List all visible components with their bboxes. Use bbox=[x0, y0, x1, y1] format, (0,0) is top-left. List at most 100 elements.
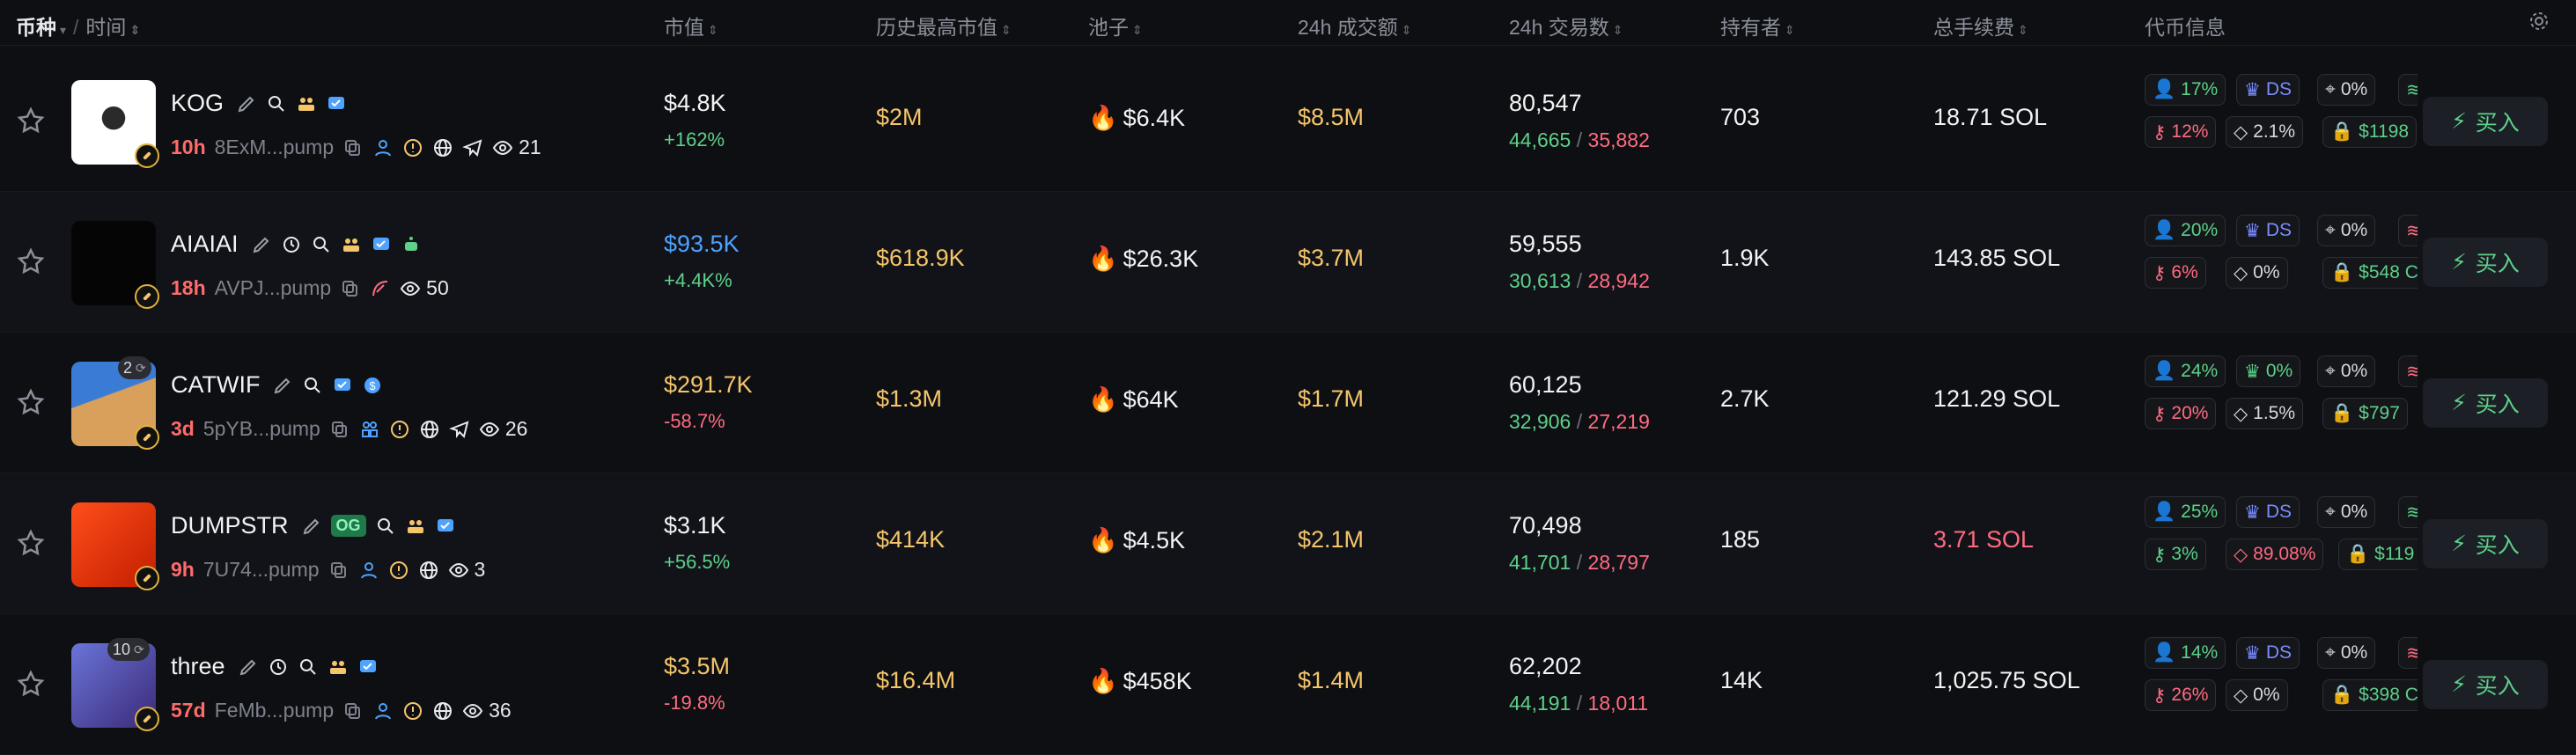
lp-chip[interactable]: 🔒$398 CTO bbox=[2322, 679, 2418, 711]
insiders-chip[interactable]: ⚷ 26% bbox=[2145, 679, 2217, 711]
search-icon[interactable] bbox=[298, 656, 319, 678]
dev-chip[interactable]: ♛ DS bbox=[2236, 215, 2300, 246]
lp-chip[interactable]: 🔒 $797 bbox=[2322, 398, 2408, 429]
token-address[interactable]: 5pYB...pump bbox=[203, 417, 320, 441]
feather-icon[interactable] bbox=[370, 278, 391, 299]
telegram-icon[interactable] bbox=[448, 419, 470, 440]
snipers-chip[interactable]: ⌖ 0% bbox=[2317, 215, 2376, 246]
table-row[interactable]: AIAIAI 18h AVPJ...pump 50 $93.5K +4.4K% … bbox=[0, 192, 2576, 333]
star-icon[interactable] bbox=[16, 387, 46, 417]
buy-button[interactable]: ⚡ 买入 bbox=[2423, 660, 2548, 709]
person-icon[interactable] bbox=[372, 700, 394, 722]
buy-button[interactable]: ⚡ 买入 bbox=[2423, 519, 2548, 568]
insiders-chip[interactable]: ⚷ 3% bbox=[2145, 539, 2206, 570]
star-icon[interactable] bbox=[16, 669, 46, 699]
search-icon[interactable] bbox=[375, 516, 396, 537]
insiders-chip[interactable]: ⚷ 6% bbox=[2145, 257, 2206, 289]
token-address[interactable]: 7U74...pump bbox=[203, 558, 320, 582]
layers-chip[interactable]: ≋ bbox=[2398, 74, 2418, 106]
top10-chip[interactable]: 👤 25% bbox=[2145, 496, 2226, 528]
header-ath[interactable]: 历史最高市值 ⇕ bbox=[876, 11, 1012, 40]
globe-icon[interactable] bbox=[432, 700, 453, 722]
search-icon[interactable] bbox=[302, 375, 323, 396]
layers-chip[interactable]: ≋ bbox=[2398, 356, 2418, 387]
bundlers-chip[interactable]: ◇ 2.1% bbox=[2226, 116, 2304, 148]
person-icon[interactable] bbox=[358, 560, 379, 581]
edit-icon[interactable] bbox=[251, 234, 272, 255]
table-row[interactable]: KOG 10h 8ExM...pump 21 $4.8K +162% $2M 🔥… bbox=[0, 51, 2576, 192]
top10-chip[interactable]: 👤 24% bbox=[2145, 356, 2226, 387]
insiders-chip[interactable]: ⚷ 20% bbox=[2145, 398, 2217, 429]
table-row[interactable]: 2 ⟳ CATWIF $ 3d 5pYB...pump 26 $291.7K -58… bbox=[0, 333, 2576, 473]
header-time-label[interactable]: 时间 bbox=[85, 16, 126, 39]
edit-icon[interactable] bbox=[301, 516, 322, 537]
layers-chip[interactable]: ≋ bbox=[2398, 215, 2418, 246]
insiders-chip[interactable]: ⚷ 12% bbox=[2145, 116, 2217, 148]
lp-chip[interactable]: 🔒 $1198 bbox=[2322, 116, 2417, 148]
token-name[interactable]: three bbox=[171, 653, 225, 680]
token-name[interactable]: DUMPSTR bbox=[171, 512, 289, 539]
header-coin[interactable]: 币种 ▾ / 时间 ⇕ bbox=[16, 11, 140, 40]
token-address[interactable]: 8ExM...pump bbox=[215, 136, 335, 159]
edit-icon[interactable] bbox=[236, 93, 257, 114]
group-icon[interactable] bbox=[359, 419, 380, 440]
snipers-chip[interactable]: ⌖ 0% bbox=[2317, 496, 2376, 528]
table-row[interactable]: DUMPSTR OG 9h 7U74...pump 3 $3.1K +56.5% … bbox=[0, 473, 2576, 614]
search-icon[interactable] bbox=[266, 93, 287, 114]
gear-icon[interactable] bbox=[2528, 11, 2550, 32]
volume-24h: $1.4M bbox=[1298, 667, 1365, 693]
header-holders[interactable]: 持有者 ⇕ bbox=[1720, 11, 1795, 40]
copy-icon[interactable] bbox=[340, 278, 361, 299]
bundlers-chip[interactable]: ◇ 0% bbox=[2226, 679, 2288, 711]
table-header: 币种 ▾ / 时间 ⇕ 市值 ⇕ 历史最高市值 ⇕ 池子 ⇕ 24h 成交额 ⇕ 24h 交易数… bbox=[0, 0, 2576, 46]
star-icon[interactable] bbox=[16, 106, 46, 136]
table-row[interactable]: 10 ⟳ three 57d FeMb...pump 36 $3.5M -19.8… bbox=[0, 614, 2576, 755]
token-name[interactable]: KOG bbox=[171, 90, 224, 117]
layers-chip[interactable]: ≋ bbox=[2398, 637, 2418, 669]
buy-button[interactable]: ⚡ 买入 bbox=[2423, 378, 2548, 428]
copy-icon[interactable] bbox=[329, 419, 350, 440]
snipers-chip[interactable]: ⌖ 0% bbox=[2317, 637, 2376, 669]
snipers-chip[interactable]: ⌖ 0% bbox=[2317, 356, 2376, 387]
header-pool[interactable]: 池子 ⇕ bbox=[1088, 11, 1143, 40]
top10-chip[interactable]: 👤 14% bbox=[2145, 637, 2226, 669]
person-icon[interactable] bbox=[372, 137, 394, 158]
bundlers-chip[interactable]: ◇ 89.08% bbox=[2226, 539, 2324, 570]
globe-icon[interactable] bbox=[432, 137, 453, 158]
copy-icon[interactable] bbox=[342, 700, 364, 722]
star-icon[interactable] bbox=[16, 528, 46, 558]
dev-chip[interactable]: ♛ 0% bbox=[2236, 356, 2301, 387]
globe-icon[interactable] bbox=[419, 419, 440, 440]
bundlers-chip[interactable]: ◇ 0% bbox=[2226, 257, 2288, 289]
token-address[interactable]: FeMb...pump bbox=[215, 699, 335, 722]
snipers-chip[interactable]: ⌖ 0% bbox=[2317, 74, 2376, 106]
dev-chip[interactable]: ♛ DS bbox=[2236, 74, 2300, 106]
tx-sells: 28,797 bbox=[1587, 551, 1650, 574]
copy-icon[interactable] bbox=[342, 137, 364, 158]
globe-icon[interactable] bbox=[418, 560, 439, 581]
top10-chip[interactable]: 👤 20% bbox=[2145, 215, 2226, 246]
token-name[interactable]: AIAIAI bbox=[171, 231, 239, 258]
bundlers-chip[interactable]: ◇ 1.5% bbox=[2226, 398, 2304, 429]
key-icon: ⚷ bbox=[2153, 262, 2167, 283]
layers-chip[interactable]: ≋ bbox=[2398, 496, 2418, 528]
top10-chip[interactable]: 👤 17% bbox=[2145, 74, 2226, 106]
search-icon[interactable] bbox=[311, 234, 332, 255]
edit-icon[interactable] bbox=[238, 656, 259, 678]
token-name[interactable]: CATWIF bbox=[171, 371, 260, 399]
star-icon[interactable] bbox=[16, 246, 46, 276]
buy-button[interactable]: ⚡ 买入 bbox=[2423, 97, 2548, 146]
header-market-cap[interactable]: 市值 ⇕ bbox=[664, 11, 718, 40]
token-address[interactable]: AVPJ...pump bbox=[215, 276, 332, 300]
copy-icon[interactable] bbox=[328, 560, 350, 581]
buy-button[interactable]: ⚡ 买入 bbox=[2423, 238, 2548, 287]
lp-chip[interactable]: 🔒$548 CTO bbox=[2322, 257, 2418, 289]
edit-icon[interactable] bbox=[272, 375, 293, 396]
header-fees[interactable]: 总手续费 ⇕ bbox=[1933, 11, 2028, 40]
telegram-icon[interactable] bbox=[462, 137, 483, 158]
header-tx[interactable]: 24h 交易数 ⇕ bbox=[1509, 11, 1623, 40]
lp-chip[interactable]: 🔒 $119 bbox=[2338, 539, 2418, 570]
header-volume[interactable]: 24h 成交额 ⇕ bbox=[1298, 11, 1412, 40]
dev-chip[interactable]: ♛ DS bbox=[2236, 496, 2300, 528]
dev-chip[interactable]: ♛ DS bbox=[2236, 637, 2300, 669]
